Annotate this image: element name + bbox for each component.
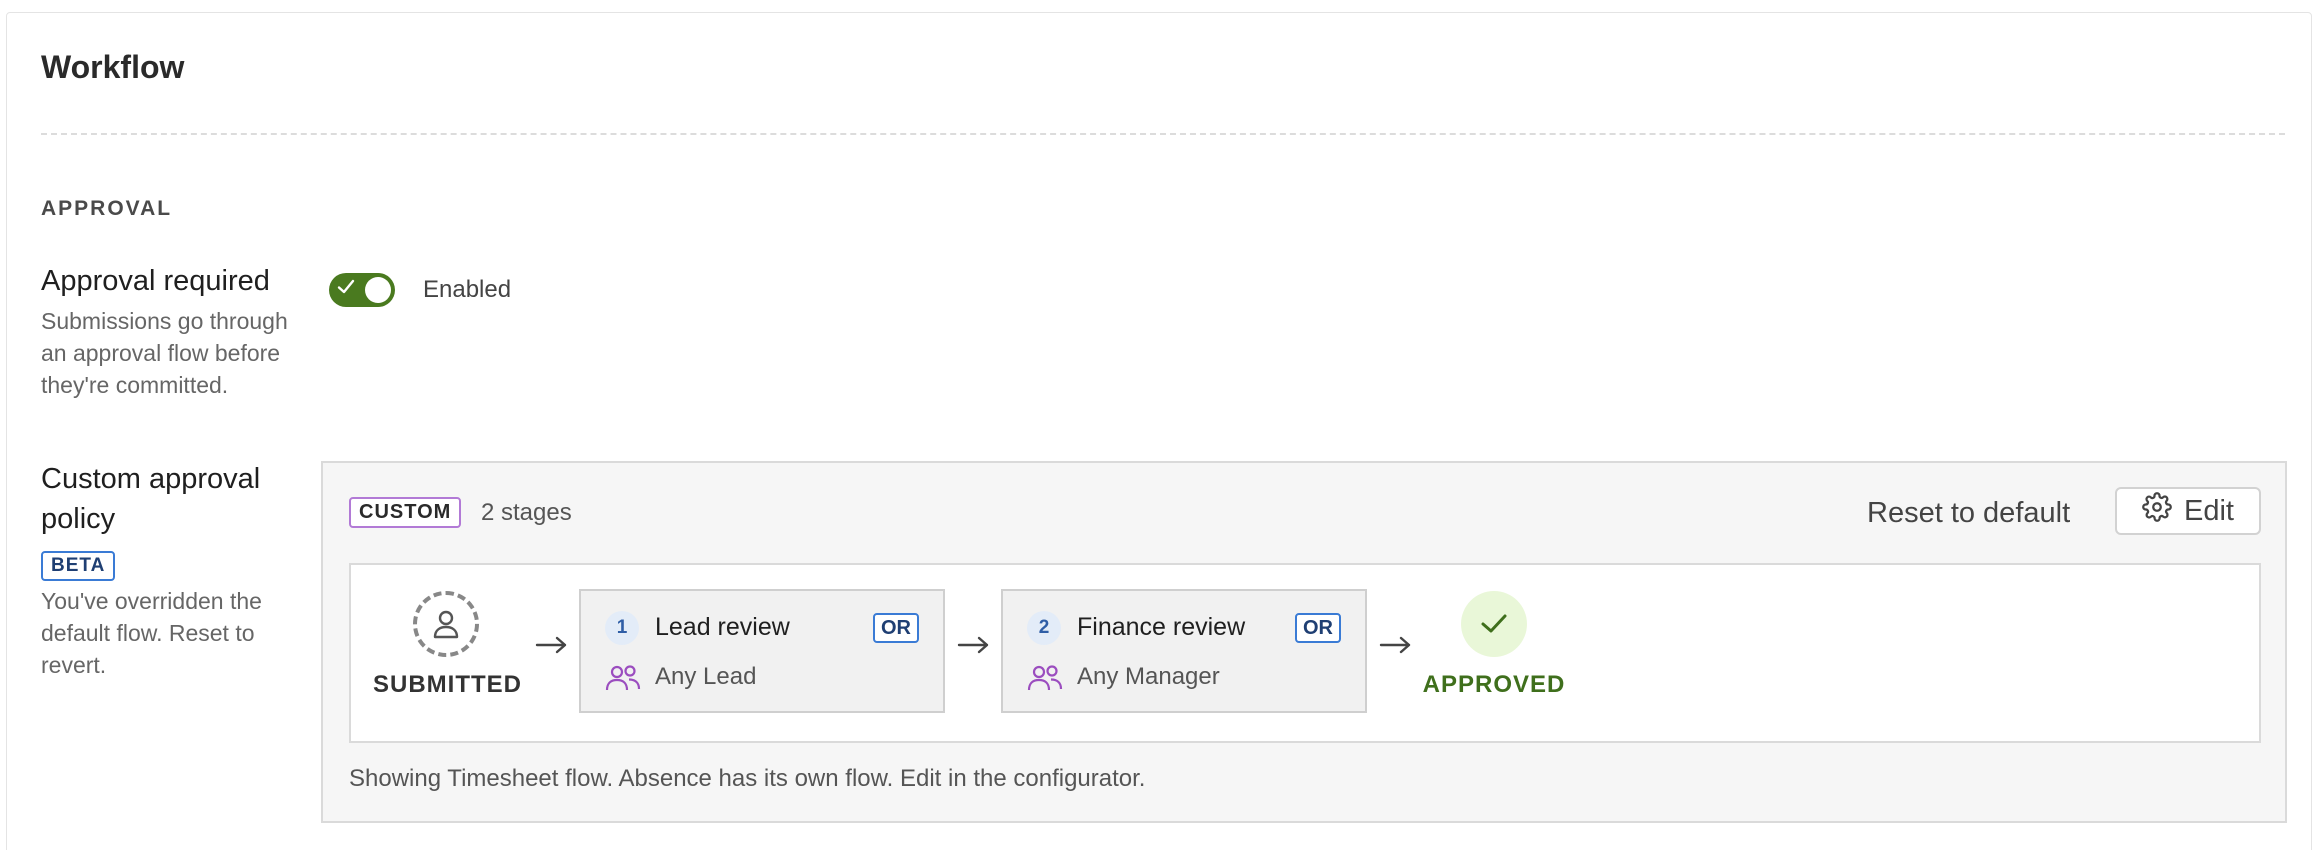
custom-policy-title: Custom approval policy [41,463,261,535]
people-group-icon [605,665,641,691]
reset-to-default-button[interactable]: Reset to default [1867,497,2070,530]
stage-name: Lead review [655,613,790,641]
stages-count: 2 stages [481,499,572,526]
gear-icon [2142,492,2172,530]
custom-policy-info: Custom approval policy BETA You've overr… [41,459,301,681]
policy-panel: CUSTOM 2 stages Reset to default Edit SU… [321,461,2287,823]
approval-flow-diagram: SUBMITTED 1 Lead review OR Any Lead 2 Fi… [349,563,2261,743]
stage-number-badge: 1 [605,611,639,645]
check-icon [1461,591,1527,657]
flow-node-submitted: SUBMITTED [373,591,522,699]
divider [41,133,2285,135]
approval-required-toggle[interactable] [329,273,395,307]
flow-note: Showing Timesheet flow. Absence has its … [349,765,1146,792]
stage-approver: Any Manager [1077,663,1220,690]
arrow-right-icon [1379,636,1411,654]
check-icon [337,278,355,302]
stage-card-finance-review[interactable]: 2 Finance review OR Any Manager [1001,589,1367,713]
stage-approver: Any Lead [655,663,757,690]
edit-button-label: Edit [2184,494,2234,527]
flow-node-approved: APPROVED [1419,591,1569,699]
toggle-state-label: Enabled [423,276,512,303]
custom-badge: CUSTOM [349,497,462,528]
custom-policy-description: You've overridden the default flow. Rese… [41,588,262,678]
arrow-right-icon [535,636,567,654]
toggle-knob [365,277,391,303]
edit-button[interactable]: Edit [2115,487,2261,535]
approved-label: APPROVED [1422,671,1566,698]
stage-name: Finance review [1077,613,1246,641]
people-group-icon [1027,665,1063,691]
or-badge: OR [1295,613,1341,643]
or-badge: OR [873,613,919,643]
approval-required-info: Approval required Submissions go through… [41,261,301,401]
stage-card-lead-review[interactable]: 1 Lead review OR Any Lead [579,589,945,713]
card-title: Workflow [41,49,185,85]
person-icon [413,591,479,657]
approval-required-description: Submissions go through an approval flow … [41,308,288,398]
beta-badge: BETA [41,551,116,581]
stage-number-badge: 2 [1027,611,1061,645]
workflow-card: Workflow APPROVAL Approval required Subm… [6,12,2312,850]
submitted-label: SUBMITTED [373,671,522,698]
approval-required-title: Approval required [41,265,270,297]
section-label-approval: APPROVAL [41,197,173,220]
arrow-right-icon [957,636,989,654]
